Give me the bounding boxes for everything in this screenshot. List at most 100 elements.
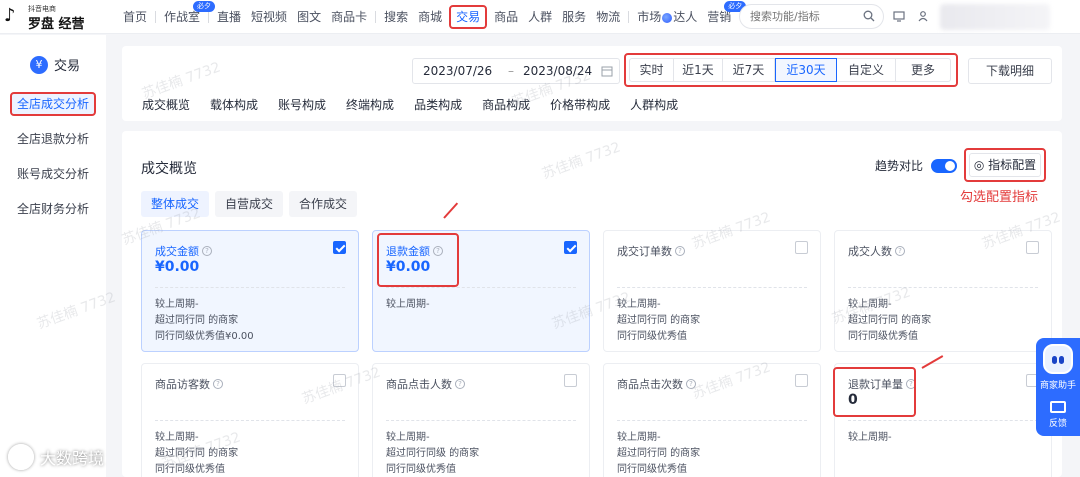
metric-card-product-visitors[interactable]: 商品访客数? 较上周期- 超过同行同 的商家 同行同级优秀值 — [141, 363, 359, 477]
assistant-label: 商家助手 — [1039, 381, 1076, 391]
metric-compare: 较上周期- — [617, 432, 661, 443]
card-divider — [617, 287, 807, 288]
nav-divider — [155, 11, 157, 23]
sidebar-item-account-trade-analysis[interactable]: 账号成交分析 — [0, 161, 106, 187]
time-range-selector: 实时 近1天 近7天 近30天 自定义 更多 — [624, 53, 958, 87]
app-logo[interactable]: ♪ 抖音电商 罗盘 经营 — [4, 3, 96, 32]
metric-card-gmv[interactable]: 成交金额? ¥0.00 较上周期- 超过同行同 的商家 同行同级优秀值¥0.00 — [141, 230, 359, 352]
card-divider — [155, 287, 345, 288]
tab-category[interactable]: 品类构成 — [414, 96, 462, 113]
date-range-picker[interactable]: 2023/07/26 – 2023/08/24 — [412, 58, 620, 84]
nav-graphic[interactable]: 图文 — [292, 0, 326, 34]
nav-product-card[interactable]: 商品卡 — [326, 0, 372, 34]
douyin-icon: ♪ — [4, 5, 16, 26]
metric-card-product-clicks[interactable]: 商品点击次数? 较上周期- 超过同行同 的商家 同行同级优秀值 — [603, 363, 821, 477]
nav-short-video[interactable]: 短视频 — [246, 0, 292, 34]
tab-account[interactable]: 账号构成 — [278, 96, 326, 113]
metric-checkbox[interactable] — [333, 241, 346, 254]
metric-checkbox[interactable] — [795, 241, 808, 254]
metric-name: 商品点击次数 — [617, 378, 683, 391]
metric-compare: 较上周期- — [617, 299, 661, 310]
range-7days[interactable]: 近7天 — [723, 58, 775, 82]
metric-card-order-count[interactable]: 成交订单数? 较上周期- 超过同行同 的商家 同行同级优秀值 — [603, 230, 821, 352]
help-icon[interactable]: ? — [202, 246, 212, 256]
filter-panel: 2023/07/26 – 2023/08/24 实时 近1天 近7天 近30天 … — [122, 46, 1062, 121]
metric-compare: 较上周期- — [848, 299, 892, 310]
nav-warroom[interactable]: 作战室 必夕 — [159, 0, 216, 34]
help-icon[interactable]: ? — [675, 246, 685, 256]
metric-card-buyer-count[interactable]: 成交人数? 较上周期- 超过同行同 的商家 同行同级优秀值 — [834, 230, 1052, 352]
nav-product[interactable]: 商品 — [489, 0, 523, 34]
metric-checkbox[interactable] — [333, 374, 346, 387]
tab-price-band[interactable]: 价格带构成 — [550, 96, 610, 113]
nav-trade[interactable]: 交易 — [449, 5, 488, 29]
tab-audience[interactable]: 人群构成 — [630, 96, 678, 113]
metric-checkbox[interactable] — [564, 241, 577, 254]
feedback-icon[interactable] — [1050, 401, 1066, 413]
nav-home[interactable]: 首页 — [118, 0, 152, 34]
robot-icon — [1043, 344, 1073, 374]
search-input[interactable] — [740, 5, 860, 28]
metric-config-highlight: ◎ 指标配置 — [964, 148, 1046, 182]
metric-benchmark: 同行同级优秀值¥0.00 — [155, 331, 254, 342]
segment-self-operated[interactable]: 自营成交 — [215, 191, 284, 217]
sidebar: ¥ 交易 全店成交分析 全店退款分析 账号成交分析 全店财务分析 — [0, 35, 106, 477]
trend-toggle[interactable] — [931, 158, 958, 173]
subtab-bar: 成交概览 载体构成 账号构成 终端构成 品类构成 商品构成 价格带构成 人群构成 — [142, 96, 698, 113]
range-custom[interactable]: 自定义 — [837, 58, 896, 82]
nav-audience[interactable]: 人群 — [523, 0, 557, 34]
nav-market[interactable]: 市场 达人 — [632, 0, 702, 34]
range-30days[interactable]: 近30天 — [775, 58, 837, 82]
merchant-assistant-widget[interactable]: 商家助手 反馈 — [1036, 338, 1080, 436]
card-divider — [386, 420, 576, 421]
range-more[interactable]: 更多 — [896, 58, 951, 82]
range-realtime[interactable]: 实时 — [629, 58, 674, 82]
date-separator: – — [508, 64, 514, 78]
nav-logistics[interactable]: 物流 — [591, 0, 625, 34]
nav-mall[interactable]: 商城 — [413, 0, 447, 34]
metric-benchmark: 同行同级优秀值 — [386, 464, 456, 475]
metric-config-button[interactable]: ◎ 指标配置 — [969, 153, 1041, 177]
date-end: 2023/08/24 — [523, 64, 593, 78]
help-icon[interactable]: ? — [213, 379, 223, 389]
range-1day[interactable]: 近1天 — [674, 58, 723, 82]
tab-carrier[interactable]: 载体构成 — [210, 96, 258, 113]
segment-cooperation[interactable]: 合作成交 — [289, 191, 358, 217]
nav-live[interactable]: 直播 — [212, 0, 246, 34]
card-divider — [848, 420, 1038, 421]
help-icon[interactable]: ? — [455, 379, 465, 389]
sidebar-item-store-finance-analysis[interactable]: 全店财务分析 — [0, 196, 106, 222]
feedback-label[interactable]: 反馈 — [1036, 416, 1080, 429]
trend-label: 趋势对比 — [875, 159, 924, 173]
search-icon[interactable] — [863, 10, 875, 22]
metric-checkbox[interactable] — [564, 374, 577, 387]
top-navbar: ♪ 抖音电商 罗盘 经营 首页 作战室 必夕 直播 短视频 图文 商品卡 搜索 商… — [0, 0, 1080, 34]
search-box[interactable] — [739, 4, 884, 29]
monitor-icon[interactable] — [893, 10, 905, 22]
metric-rank: 超过同行同 的商家 — [155, 315, 239, 326]
tab-terminal[interactable]: 终端构成 — [346, 96, 394, 113]
nav-service[interactable]: 服务 — [557, 0, 591, 34]
tab-product[interactable]: 商品构成 — [482, 96, 530, 113]
card-divider — [386, 287, 576, 288]
card-divider — [617, 420, 807, 421]
metric-name: 商品访客数 — [155, 378, 210, 391]
nav-search[interactable]: 搜索 — [379, 0, 413, 34]
brand-text: 大数跨境 — [40, 449, 105, 468]
footer-brand: 大数跨境 — [8, 444, 104, 470]
help-icon[interactable]: ? — [686, 379, 696, 389]
highlight-refund-amount — [377, 233, 459, 287]
metric-checkbox[interactable] — [795, 374, 808, 387]
tab-trade-overview[interactable]: 成交概览 — [142, 96, 190, 113]
highlight-refund-orders — [833, 367, 916, 417]
blurred-account-area — [940, 4, 1050, 30]
segment-all[interactable]: 整体成交 — [141, 191, 210, 217]
user-icon[interactable] — [917, 10, 929, 22]
metric-checkbox[interactable] — [1026, 241, 1039, 254]
sidebar-item-store-refund-analysis[interactable]: 全店退款分析 — [0, 126, 106, 152]
metric-card-product-click-users[interactable]: 商品点击人数? 较上周期- 超过同行同级 的商家 同行同级优秀值 — [372, 363, 590, 477]
download-details-button[interactable]: 下载明细 — [968, 58, 1052, 84]
help-icon[interactable]: ? — [895, 246, 905, 256]
nav-marketing[interactable]: 营销 必夕 — [702, 0, 747, 34]
sidebar-item-store-trade-analysis[interactable]: 全店成交分析 — [0, 91, 106, 117]
